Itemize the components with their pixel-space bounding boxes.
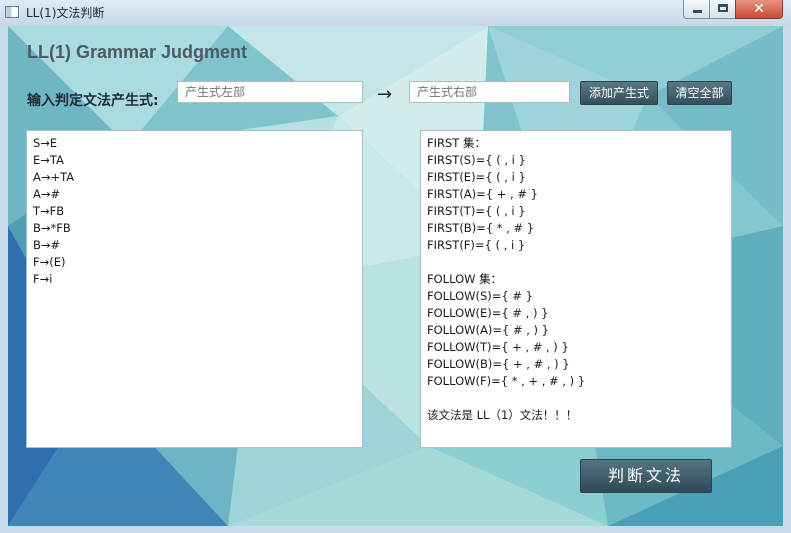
production-list[interactable]: S→E E→TA A→+TA A→# T→FB B→*FB B→# F→(E) … [26,130,363,448]
production-right-input[interactable] [409,81,570,103]
add-production-button[interactable]: 添加产生式 [580,81,658,105]
close-button[interactable]: ✕ [735,0,783,19]
list-item: F→i [33,272,53,286]
result-line: FIRST(B)={ * , # } [427,221,535,235]
result-line: FIRST 集： [427,136,486,150]
list-item: A→# [33,187,61,201]
page-title: LL(1) Grammar Judgment [27,42,248,62]
list-item: A→+TA [33,170,75,184]
list-item: E→TA [33,153,64,167]
list-item: B→# [33,238,61,252]
result-line [427,254,725,271]
main-content: LL(1) Grammar Judgment 输入判定文法产生式: → 添加产生… [8,26,783,526]
result-line: FOLLOW(T)={ + , # , ) } [427,340,569,354]
result-line: FIRST(A)={ + , # } [427,187,538,201]
result-panel[interactable]: FIRST 集： FIRST(S)={ ( , i } FIRST(E)={ (… [420,130,732,448]
result-line: FIRST(T)={ ( , i } [427,204,526,218]
input-prompt-label: 输入判定文法产生式: [27,93,159,109]
result-verdict: 该文法是 LL（1）文法！！！ [427,408,578,422]
close-icon: ✕ [753,1,765,17]
result-line: FOLLOW(S)={ # } [427,289,533,303]
judge-grammar-button[interactable]: 判断文法 [580,459,712,493]
clear-all-button[interactable]: 清空全部 [667,81,732,105]
result-line: FIRST(F)={ ( , i } [427,238,526,252]
result-line: FOLLOW(F)={ * , + , # , ) } [427,374,586,388]
result-line [427,390,725,407]
result-line: FOLLOW 集： [427,272,503,286]
maximize-button[interactable] [709,0,736,19]
minimize-button[interactable] [683,0,710,19]
result-line: FIRST(E)={ ( , i } [427,170,526,184]
minimize-icon [693,10,702,13]
arrow-icon: → [377,84,393,105]
maximize-icon [718,4,728,12]
list-item: T→FB [33,204,65,218]
result-line: FOLLOW(A)={ # , ) } [427,323,550,337]
app-window-icon [5,6,19,18]
list-item: S→E [33,136,58,150]
list-item: F→(E) [33,255,66,269]
title-bar[interactable]: LL(1)文法判断 ✕ [0,0,791,26]
app-window: LL(1)文法判断 ✕ LL(1) Grammar Judgment 输入判定文… [0,0,791,533]
result-line: FOLLOW(E)={ # , ) } [427,306,549,320]
result-line: FOLLOW(B)={ + , # , ) } [427,357,570,371]
window-title: LL(1)文法判断 [26,6,105,20]
list-item: B→*FB [33,221,71,235]
result-line: FIRST(S)={ ( , i } [427,153,526,167]
production-left-input[interactable] [177,81,363,103]
